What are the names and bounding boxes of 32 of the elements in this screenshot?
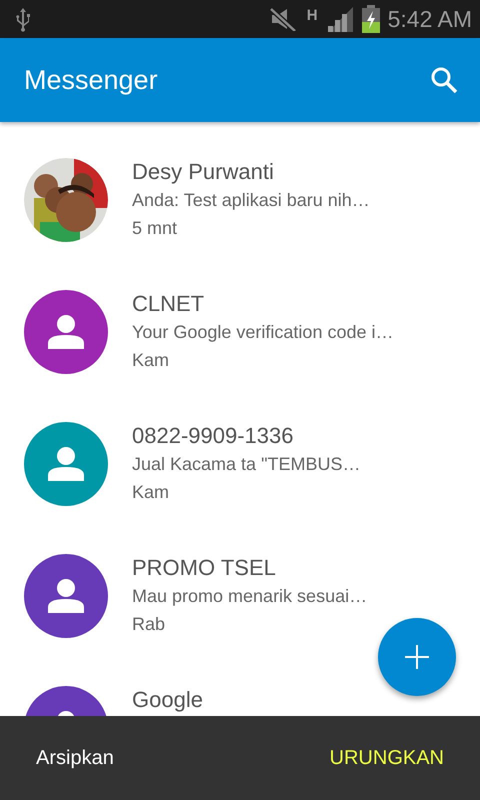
contact-name: CLNET [132, 290, 206, 318]
person-icon [48, 447, 84, 481]
message-time: Kam [132, 349, 170, 372]
person-icon [48, 579, 84, 613]
network-type: H [306, 6, 318, 24]
person-icon [48, 315, 84, 349]
new-message-button[interactable] [378, 618, 456, 696]
search-icon[interactable] [430, 66, 458, 94]
signal-icon [326, 6, 354, 32]
conversation-item[interactable]: Desy Purwanti Anda: Test aplikasi baru nih… 5 mnt [0, 122, 480, 254]
message-preview: Jual Kacama ta "TEMBUS… [132, 453, 360, 476]
conversation-item[interactable]: CLNET Your Google verification code i… Kam [0, 254, 480, 386]
contact-name: Desy Purwanti [132, 158, 275, 186]
message-time: Rab [132, 613, 166, 636]
contact-name: PROMO TSEL [132, 554, 277, 582]
message-time: 5 mnt [132, 217, 178, 240]
contact-name: Google [132, 686, 203, 714]
usb-icon [14, 6, 32, 32]
conversation-item[interactable]: PROMO TSEL Mau promo menarik sesuai… Rab [0, 518, 480, 650]
conversation-item[interactable]: 0822-9909-1336 Jual Kacama ta "TEMBUS… Kam [0, 386, 480, 518]
mute-icon [268, 7, 299, 31]
plus-icon [405, 645, 429, 669]
snackbar-message: Arsipkan [36, 746, 114, 770]
battery-icon [362, 5, 380, 33]
message-time: Kam [132, 481, 170, 504]
app-title: Messenger [24, 64, 158, 96]
undo-button[interactable]: URUNGKAN [318, 738, 456, 778]
message-preview: Mau promo menarik sesuai… [132, 585, 368, 608]
message-preview: Your Google verification code i… [132, 321, 394, 344]
clock: 5:42 AM [388, 6, 472, 32]
message-preview: Anda: Test aplikasi baru nih… [132, 189, 370, 212]
contact-name: 0822-9909-1336 [132, 422, 294, 450]
